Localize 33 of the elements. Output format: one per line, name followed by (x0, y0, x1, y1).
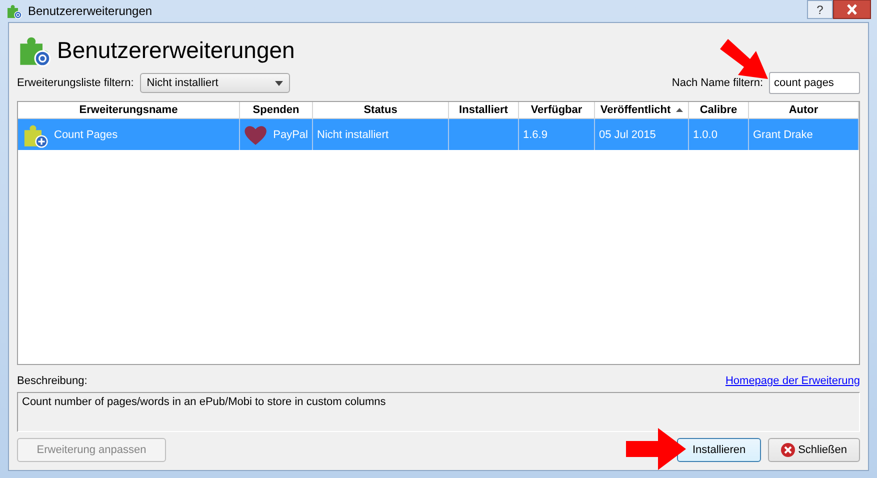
dialog-heading: Benutzererweiterungen (57, 36, 295, 64)
table-cell: Nicht installiert (317, 128, 389, 140)
error-icon (781, 443, 796, 457)
column-header[interactable]: Status (313, 102, 449, 119)
filter-label: Erweiterungsliste filtern: (17, 77, 134, 89)
close-dialog-button[interactable]: Schließen (768, 438, 860, 462)
filter-dropdown[interactable]: Nicht installiert (140, 73, 290, 93)
puzzle-icon (6, 3, 22, 19)
column-header[interactable]: Autor (749, 102, 859, 119)
table-cell: 05 Jul 2015 (599, 128, 656, 140)
help-button[interactable]: ? (807, 0, 833, 19)
sort-ascending-icon (676, 108, 683, 112)
column-header[interactable]: Calibre (689, 102, 749, 119)
column-header[interactable]: Veröffentlicht (595, 102, 689, 119)
description-label: Beschreibung: (17, 375, 88, 387)
table-cell: Count Pages (54, 128, 118, 140)
column-header[interactable]: Installiert (449, 102, 519, 119)
column-header[interactable]: Spenden (240, 102, 313, 119)
install-button[interactable]: Installieren (677, 438, 762, 462)
table-cell: PayPal (273, 128, 308, 140)
name-filter-label: Nach Name filtern: (672, 77, 763, 89)
window-title: Benutzererweiterungen (28, 4, 152, 18)
description-text: Count number of pages/words in an ePub/Mobi to store in custom columns (17, 392, 860, 432)
table-cell: 1.6.9 (523, 128, 548, 140)
column-header[interactable]: Erweiterungsname (18, 102, 240, 119)
name-filter-field[interactable]: count pages (769, 72, 860, 94)
table-cell: Grant Drake (753, 128, 813, 140)
table-cell: 1.0.0 (693, 128, 718, 140)
arrow-icon (626, 428, 686, 470)
column-header[interactable]: Verfügbar (519, 102, 595, 119)
homepage-link[interactable]: Homepage der Erweiterung (725, 375, 860, 387)
caret-icon (274, 80, 283, 86)
close-button[interactable] (833, 0, 871, 19)
